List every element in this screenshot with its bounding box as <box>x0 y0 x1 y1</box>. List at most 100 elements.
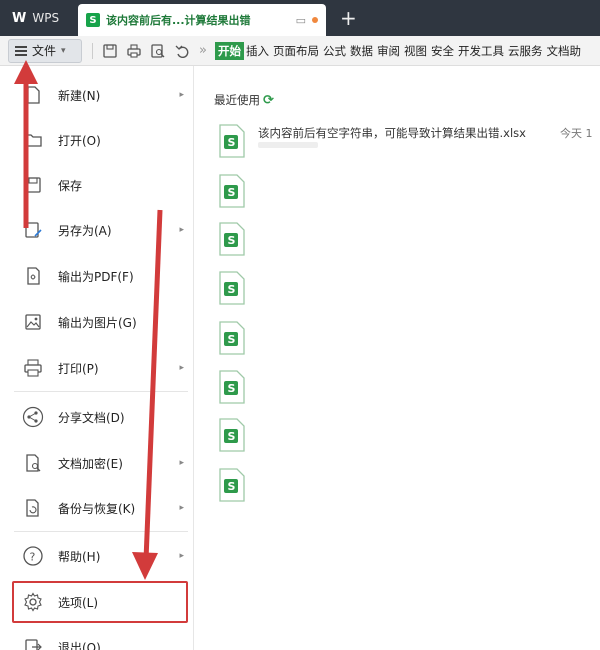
tab-formulas[interactable]: 公式 <box>321 43 348 59</box>
menu-item-new[interactable]: * 新建(N) ▸ <box>8 78 194 112</box>
ribbon-tabs: 开始 插入 页面布局 公式 数据 审阅 视图 安全 开发工具 云服务 文档助 <box>214 41 583 60</box>
undo-icon[interactable] <box>175 44 189 58</box>
exit-icon <box>22 636 44 650</box>
svg-text:S: S <box>228 480 236 493</box>
tab-cloud[interactable]: 云服务 <box>506 43 545 59</box>
menu-item-exit[interactable]: 退出(Q) <box>8 630 194 650</box>
new-tab-button[interactable]: + <box>326 0 371 36</box>
tab-security[interactable]: 安全 <box>429 43 456 59</box>
divider <box>92 42 93 59</box>
chevron-right-icon: ▸ <box>179 90 184 100</box>
save-icon <box>22 174 44 196</box>
menu-item-share[interactable]: 分享文档(D) <box>8 400 194 434</box>
options-highlight-box <box>12 581 188 623</box>
tab-data[interactable]: 数据 <box>348 43 375 59</box>
spreadsheet-file-icon: S <box>219 124 245 158</box>
chevron-right-icon: ▸ <box>179 503 184 513</box>
file-menu: * 新建(N) ▸ 打开(O) 保存 另存为(A) ▸ 输出为PDF(F) 输出… <box>8 66 194 650</box>
recent-file-name: 该内容前后有空字符串，可能导致计算结果出错.xlsx <box>258 126 526 140</box>
recent-file-row[interactable]: S <box>218 418 598 454</box>
encrypt-icon <box>22 452 44 474</box>
svg-text:S: S <box>228 430 236 443</box>
menu-item-label: 退出(Q) <box>58 640 101 650</box>
spreadsheet-file-icon: S <box>219 370 245 404</box>
spreadsheet-file-icon: S <box>219 174 245 208</box>
recent-file-path-placeholder <box>258 142 318 148</box>
more-icon[interactable]: » <box>199 43 207 58</box>
recent-title-label: 最近使用 <box>214 93 260 107</box>
chevron-right-icon: ▸ <box>179 363 184 373</box>
print-preview-icon[interactable] <box>151 43 165 58</box>
menu-item-save[interactable]: 保存 <box>8 168 194 202</box>
menu-item-label: 输出为PDF(F) <box>58 269 134 284</box>
document-tab-title: 该内容前后有...计算结果出错 <box>106 14 251 27</box>
file-menu-label: 文件 <box>32 44 57 58</box>
folder-icon <box>22 129 44 151</box>
menu-item-label: 新建(N) <box>58 88 101 103</box>
svg-text:*: * <box>25 85 29 94</box>
printer-icon <box>22 357 44 379</box>
spreadsheet-file-icon: S <box>219 321 245 355</box>
spreadsheet-file-icon: S <box>219 468 245 502</box>
chevron-down-icon: ▾ <box>61 45 66 56</box>
recent-file-row[interactable]: S <box>218 468 598 504</box>
image-export-icon <box>22 311 44 333</box>
recent-file-row[interactable]: S <box>218 174 598 210</box>
menu-item-open[interactable]: 打开(O) <box>8 123 194 157</box>
menu-item-backup[interactable]: 备份与恢复(K) ▸ <box>8 491 194 525</box>
title-bar: W WPS S 该内容前后有...计算结果出错 ▭ + <box>0 0 600 36</box>
menu-item-label: 输出为图片(G) <box>58 315 137 330</box>
tab-developer[interactable]: 开发工具 <box>456 43 506 59</box>
spreadsheet-icon: S <box>86 13 100 27</box>
menu-divider <box>14 391 188 392</box>
svg-text:S: S <box>228 234 236 247</box>
svg-text:S: S <box>228 333 236 346</box>
chevron-right-icon: ▸ <box>179 458 184 468</box>
tab-view[interactable]: 视图 <box>402 43 429 59</box>
help-icon: ? <box>22 545 44 567</box>
menu-item-label: 分享文档(D) <box>58 410 125 425</box>
menu-divider <box>14 531 188 532</box>
app-name: WPS <box>32 11 60 25</box>
recent-file-row[interactable]: S <box>218 271 598 307</box>
recent-file-row[interactable]: S <box>218 222 598 258</box>
backup-icon <box>22 497 44 519</box>
svg-text:S: S <box>228 283 236 296</box>
menu-item-help[interactable]: ? 帮助(H) ▸ <box>8 539 194 573</box>
save-icon[interactable] <box>103 43 117 58</box>
tab-assistant[interactable]: 文档助 <box>544 43 583 59</box>
save-as-icon <box>22 219 44 241</box>
spreadsheet-file-icon: S <box>219 271 245 305</box>
menu-item-encrypt[interactable]: 文档加密(E) ▸ <box>8 446 194 480</box>
spreadsheet-file-icon: S <box>219 418 245 452</box>
chevron-right-icon: ▸ <box>179 551 184 561</box>
recent-file-row[interactable]: S <box>218 321 598 357</box>
tab-page-layout[interactable]: 页面布局 <box>271 43 321 59</box>
recent-file-row[interactable]: S 该内容前后有空字符串，可能导致计算结果出错.xlsx 今天 1 <box>218 124 598 160</box>
svg-text:S: S <box>228 382 236 395</box>
tab-review[interactable]: 审阅 <box>375 43 402 59</box>
recent-file-row[interactable]: S <box>218 370 598 406</box>
pdf-export-icon <box>22 265 44 287</box>
tab-insert[interactable]: 插入 <box>244 43 271 59</box>
new-doc-icon: * <box>22 84 44 106</box>
chevron-right-icon: ▸ <box>179 225 184 235</box>
menu-item-label: 备份与恢复(K) <box>58 501 136 516</box>
recent-file-time: 今天 1 <box>560 127 593 140</box>
tab-home[interactable]: 开始 <box>214 41 244 60</box>
menu-item-label: 打开(O) <box>58 133 101 148</box>
wps-logo-icon: W <box>12 10 27 26</box>
app-home-tab[interactable]: W WPS <box>0 0 78 36</box>
svg-text:?: ? <box>30 551 36 564</box>
print-icon[interactable] <box>127 43 141 58</box>
file-menu-button[interactable]: 文件 ▾ <box>8 38 82 63</box>
menu-item-export-pdf[interactable]: 输出为PDF(F) <box>8 259 194 293</box>
document-tab[interactable]: S 该内容前后有...计算结果出错 ▭ <box>78 4 326 36</box>
menu-item-label: 文档加密(E) <box>58 456 123 471</box>
menu-item-export-image[interactable]: 输出为图片(G) <box>8 305 194 339</box>
toolbar: 文件 ▾ » 开始 插入 页面布局 公式 数据 审阅 视图 安全 开发工具 云服… <box>0 36 600 66</box>
menu-item-save-as[interactable]: 另存为(A) ▸ <box>8 213 194 247</box>
refresh-icon[interactable]: ⟳ <box>263 93 274 108</box>
menu-item-print[interactable]: 打印(P) ▸ <box>8 351 194 385</box>
screen-icon[interactable]: ▭ <box>296 14 306 27</box>
